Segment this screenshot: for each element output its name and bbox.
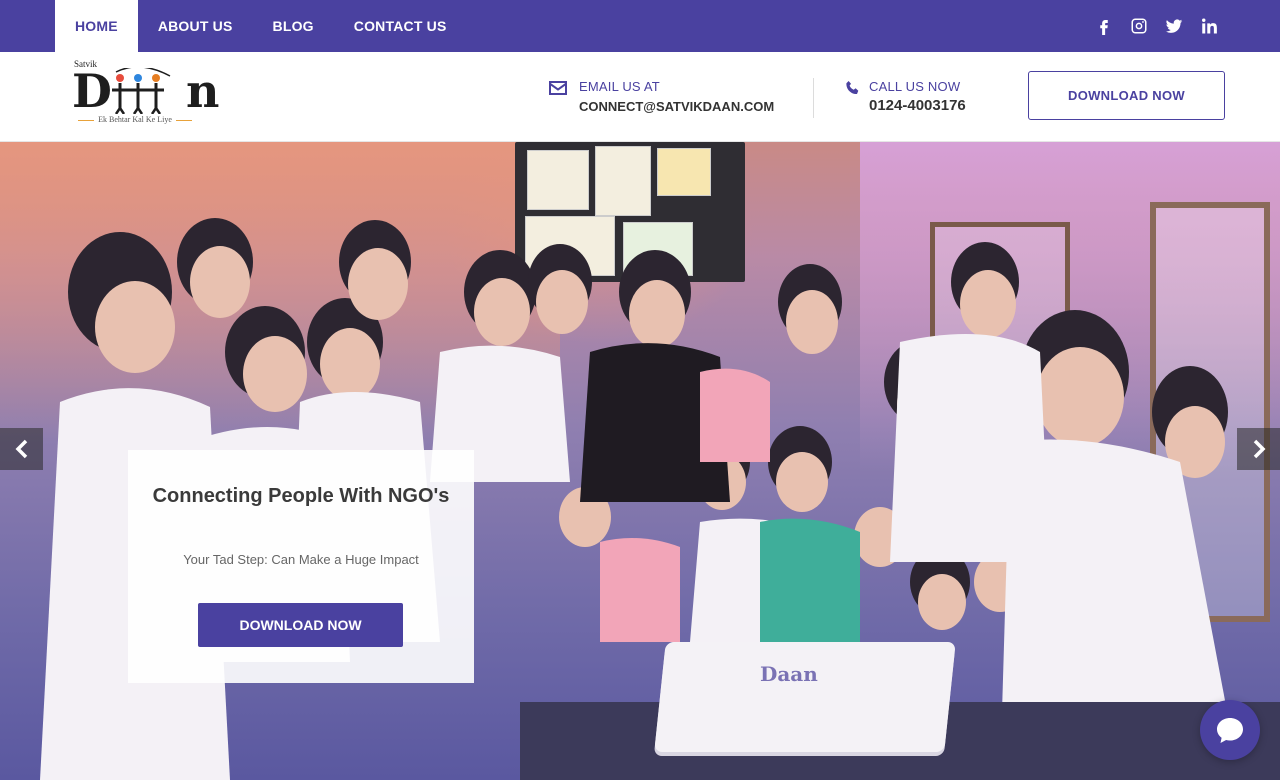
social-links	[1094, 15, 1218, 37]
twitter-icon[interactable]	[1164, 15, 1183, 37]
phone-label: CALL US NOW	[869, 79, 961, 94]
contact-divider	[813, 78, 814, 118]
email-label: EMAIL US AT	[579, 79, 660, 94]
top-nav-bar: HOME ABOUT US BLOG CONTACT US	[0, 0, 1280, 52]
hero-caption-box: Connecting People With NGO's Your Tad St…	[128, 450, 474, 683]
satvik-daan-logo[interactable]: Satvik D n Ek Behtar Kal Ke Liye	[72, 58, 219, 126]
facebook-icon[interactable]	[1094, 15, 1113, 37]
chevron-left-icon	[15, 439, 27, 459]
chat-widget-button[interactable]	[1200, 700, 1260, 760]
site-header: Satvik D n Ek Behtar Kal Ke Liye EMAIL U…	[0, 52, 1280, 142]
linkedin-icon[interactable]	[1199, 15, 1218, 37]
main-nav: HOME ABOUT US BLOG CONTACT US	[55, 0, 467, 52]
hero-slider: Daan Connecting People With NGO's Your T…	[0, 142, 1280, 780]
logo-tagline: Ek Behtar Kal Ke Liye	[72, 115, 198, 124]
phone-icon	[843, 79, 860, 114]
phone-number[interactable]: 0124-4003176	[869, 97, 966, 114]
nav-item-home[interactable]: HOME	[55, 0, 138, 52]
hero-photo-cake	[654, 642, 956, 752]
nav-item-about-us[interactable]: ABOUT US	[138, 0, 253, 52]
header-download-button[interactable]: DOWNLOAD NOW	[1028, 71, 1225, 120]
hero-subtitle: Your Tad Step: Can Make a Huge Impact	[183, 552, 419, 567]
chevron-right-icon	[1253, 439, 1265, 459]
chat-bubble-icon	[1217, 718, 1243, 743]
slider-prev-button[interactable]	[0, 428, 43, 470]
cake-logo-text: Daan	[760, 662, 818, 686]
instagram-icon[interactable]	[1129, 15, 1148, 37]
phone-contact[interactable]: CALL US NOW 0124-4003176	[843, 79, 966, 114]
logo-people-icon	[112, 68, 171, 114]
hero-title: Connecting People With NGO's	[152, 485, 450, 507]
email-address[interactable]: CONNECT@SATVIKDAAN.COM	[579, 99, 774, 114]
nav-item-contact-us[interactable]: CONTACT US	[334, 0, 467, 52]
nav-item-blog[interactable]: BLOG	[253, 0, 334, 52]
envelope-icon	[548, 79, 570, 114]
slider-next-button[interactable]	[1237, 428, 1280, 470]
email-contact[interactable]: EMAIL US AT CONNECT@SATVIKDAAN.COM	[548, 79, 774, 114]
hero-download-button[interactable]: DOWNLOAD NOW	[198, 603, 403, 647]
